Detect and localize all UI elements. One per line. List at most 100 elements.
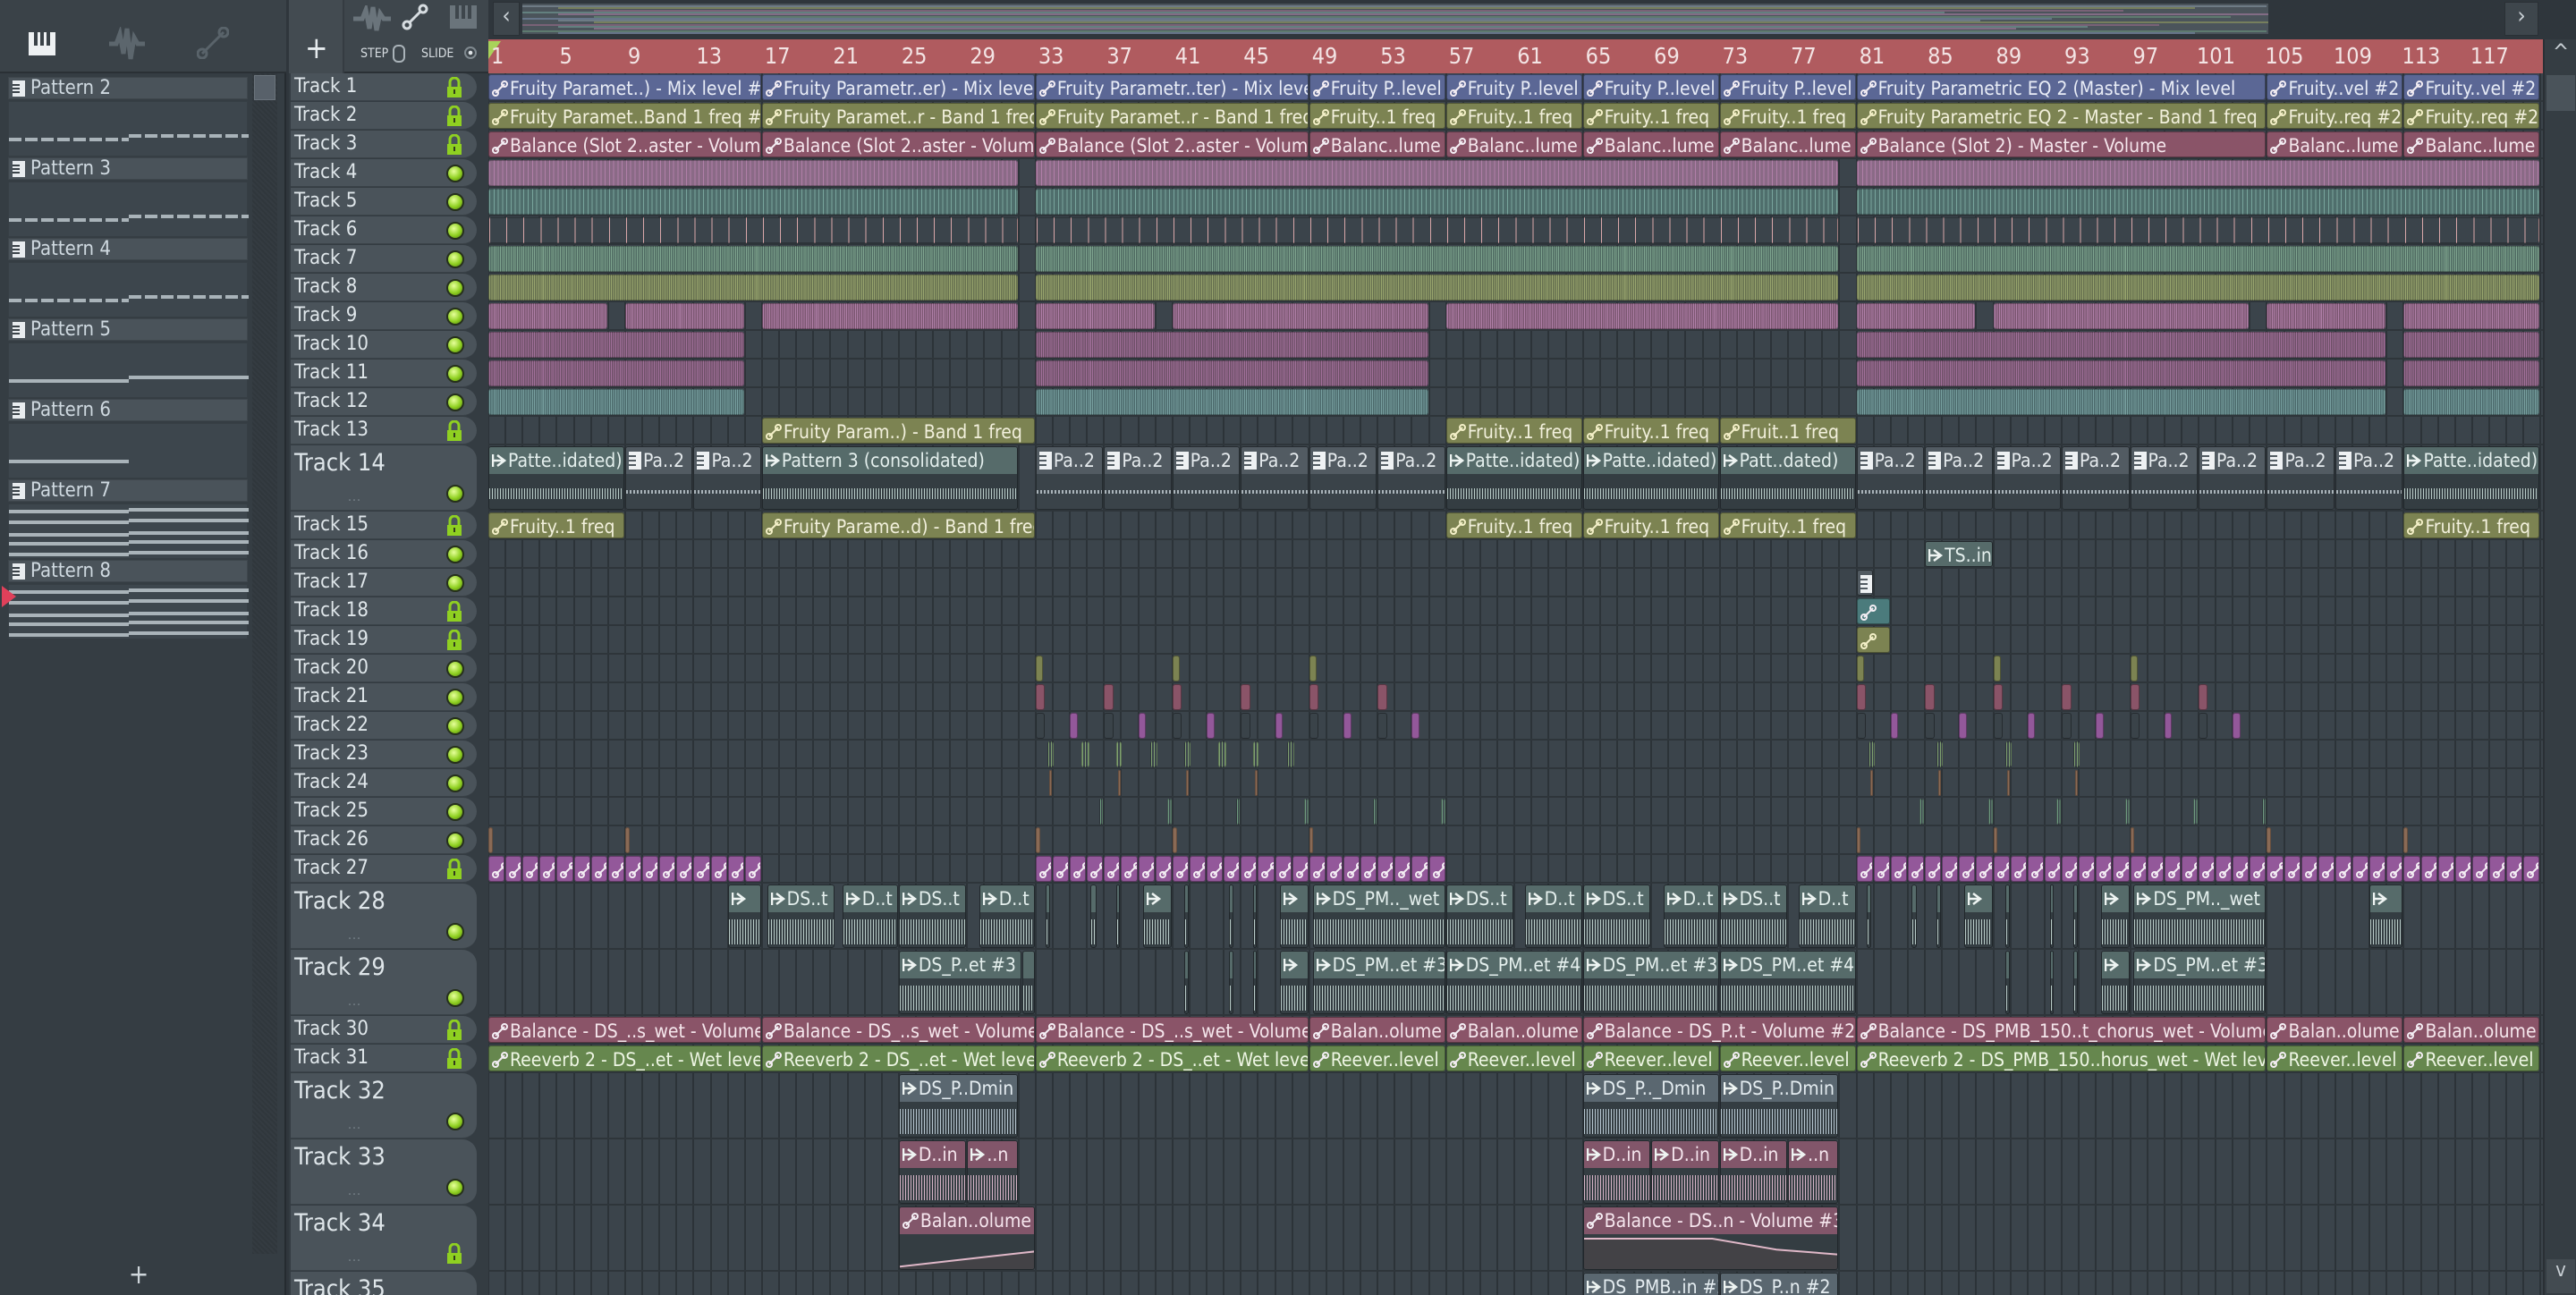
playlist-clip[interactable] [1090, 884, 1097, 948]
playlist-clip[interactable] [1993, 656, 2002, 681]
clip-header[interactable]: Balanc..lume [1584, 132, 1718, 157]
playlist-clip[interactable] [1186, 770, 1190, 796]
clip-header[interactable] [728, 885, 760, 912]
clip-header[interactable] [1088, 857, 1103, 881]
clip-header[interactable]: Reever..level [1310, 1046, 1445, 1071]
ruler-bar-number[interactable]: 45 [1243, 43, 1269, 69]
playlist-clip[interactable] [1445, 303, 1839, 329]
playlist-clip[interactable]: Patte..idated) [1582, 446, 1719, 510]
clip-header[interactable] [2370, 885, 2402, 912]
playlist-clip[interactable] [1304, 799, 1309, 825]
clip-header[interactable]: Pa..2 [1378, 447, 1445, 474]
clip-header[interactable] [2439, 857, 2453, 881]
vertical-scroll-thumb[interactable] [2546, 75, 2575, 111]
clip-header[interactable] [2165, 857, 2180, 881]
track-options[interactable]: ... [348, 1184, 361, 1198]
clip-header[interactable] [1858, 857, 1872, 881]
pattern-item[interactable]: Pattern 7 [8, 479, 249, 559]
playlist-clip[interactable] [522, 856, 539, 882]
clip-header[interactable]: Balance - DS_..s_wet - Volume [489, 1018, 760, 1042]
playlist-clip[interactable] [1856, 217, 2540, 243]
clip-header[interactable]: Balanc..lume [1721, 132, 1855, 157]
clip-header[interactable]: Pa..2 [1105, 447, 1171, 474]
playlist-clip[interactable]: Fruit..1 freq [1719, 418, 1856, 444]
playlist-clip[interactable] [1115, 741, 1123, 767]
track-name[interactable]: Track 15 [294, 513, 369, 536]
clip-header[interactable]: DS..t [767, 885, 835, 912]
playlist-clip[interactable] [2403, 827, 2409, 853]
clip-header[interactable]: D..t [979, 885, 1034, 912]
playlist-clip[interactable] [2267, 303, 2386, 329]
ruler-bar-number[interactable]: 37 [1106, 43, 1132, 69]
playlist-clip[interactable]: D..t [1798, 884, 1856, 948]
playlist-clip[interactable]: Fruity P..level [1719, 74, 1856, 100]
track-name[interactable]: Track 32 [294, 1077, 386, 1105]
clip-header[interactable]: Fruity..1 freq [1447, 513, 1581, 537]
pattern-item[interactable]: Pattern 4 [8, 238, 249, 317]
clip-header[interactable] [2267, 857, 2283, 881]
playlist-clip[interactable] [1228, 951, 1233, 1014]
ruler-bar-number[interactable]: 5 [559, 43, 572, 69]
playlist-clip[interactable] [1907, 856, 1925, 882]
playlist-clip[interactable]: Pa..2 [1925, 446, 1993, 510]
lock-icon[interactable] [446, 105, 462, 127]
clip-header[interactable] [540, 857, 555, 881]
playlist-clip[interactable]: Pa..2 [1993, 446, 2062, 510]
playlist-clip[interactable]: Fruity..vel #2 [2403, 74, 2540, 100]
track-name[interactable]: Track 29 [294, 953, 386, 981]
playlist-clip[interactable]: Fruity Parame..d) - Band 1 freq [761, 512, 1035, 538]
clip-header[interactable] [1229, 952, 1233, 978]
playlist-clip[interactable]: Fruity Parametric EQ 2 - Master - Band 1… [1856, 103, 2267, 129]
playlist-clip[interactable]: Reeverb 2 - DS_..et - Wet level [761, 1045, 1035, 1071]
playlist-clip[interactable] [2096, 713, 2104, 739]
playlist-clip[interactable] [556, 856, 573, 882]
clip-header[interactable]: Fruit..1 freq [1721, 419, 1855, 443]
step-toggle[interactable] [393, 45, 405, 63]
clip-header[interactable]: Balance - DS_..s_wet - Volume [1037, 1018, 1308, 1042]
lock-icon[interactable] [446, 514, 462, 537]
playlist-clip[interactable]: Fruity P..level [1309, 74, 1445, 100]
playlist-clip[interactable]: DS_PM..et #3 [2133, 951, 2267, 1014]
ruler-bar-number[interactable]: 41 [1175, 43, 1201, 69]
clip-header[interactable] [1046, 885, 1050, 912]
track-header[interactable]: Track 1 [291, 73, 477, 101]
playlist-clip[interactable] [693, 856, 710, 882]
playlist-clip[interactable] [2130, 856, 2147, 882]
clip-header[interactable] [1281, 952, 1308, 978]
playlist-clip[interactable]: Fruity..1 freq [1445, 418, 1582, 444]
playlist-clip[interactable]: Pa..2 [2130, 446, 2198, 510]
clip-header[interactable]: D..t [1799, 885, 1855, 912]
playlist-clip[interactable]: Fruity..1 freq [1719, 512, 1856, 538]
track-name[interactable]: Track 26 [294, 828, 369, 851]
clip-header[interactable]: DS_PM..et #4 [1446, 952, 1581, 978]
playlist-clip[interactable]: ..n [1788, 1140, 1839, 1204]
automation-clip-icon[interactable] [402, 4, 428, 30]
clip-header[interactable] [1229, 885, 1233, 912]
clip-header[interactable] [2250, 857, 2266, 881]
clip-header[interactable] [1926, 857, 1941, 881]
playlist-clip[interactable] [761, 303, 1018, 329]
clip-header[interactable]: Balan..olume [1310, 1018, 1445, 1042]
track-name[interactable]: Track 9 [294, 304, 357, 326]
clip-header[interactable]: Pa..2 [1857, 447, 1924, 474]
pattern-item[interactable]: Pattern 6 [8, 399, 248, 478]
playlist-clip[interactable]: Pa..2 [624, 446, 693, 510]
clip-header[interactable]: Fruity..1 freq [1721, 513, 1855, 537]
playlist-clip[interactable]: Fruity..1 freq [1445, 103, 1582, 129]
clip-header[interactable] [1157, 857, 1171, 881]
ruler-bar-number[interactable]: 29 [970, 43, 996, 69]
playlist-clip[interactable]: Pa..2 [2199, 446, 2267, 510]
pattern-item[interactable]: Pattern 8 [8, 560, 249, 639]
clip-header[interactable]: D..in [1583, 1141, 1650, 1168]
playlist-clip[interactable] [2267, 827, 2272, 853]
clip-header[interactable]: Reeverb 2 - DS_..et - Wet level [763, 1046, 1034, 1071]
clip-header[interactable] [2102, 952, 2129, 978]
playlist-clip[interactable] [1254, 770, 1258, 796]
playlist-clip[interactable] [1326, 856, 1343, 882]
playlist-clip[interactable]: Pa..2 [2062, 446, 2130, 510]
track-name[interactable]: Track 30 [294, 1018, 369, 1040]
clip-header[interactable]: Fruity P..level [1584, 75, 1718, 99]
clip-header[interactable] [2285, 857, 2300, 881]
clip-header[interactable]: Fruity P..level [1721, 75, 1855, 99]
playlist-clip[interactable] [1286, 741, 1295, 767]
